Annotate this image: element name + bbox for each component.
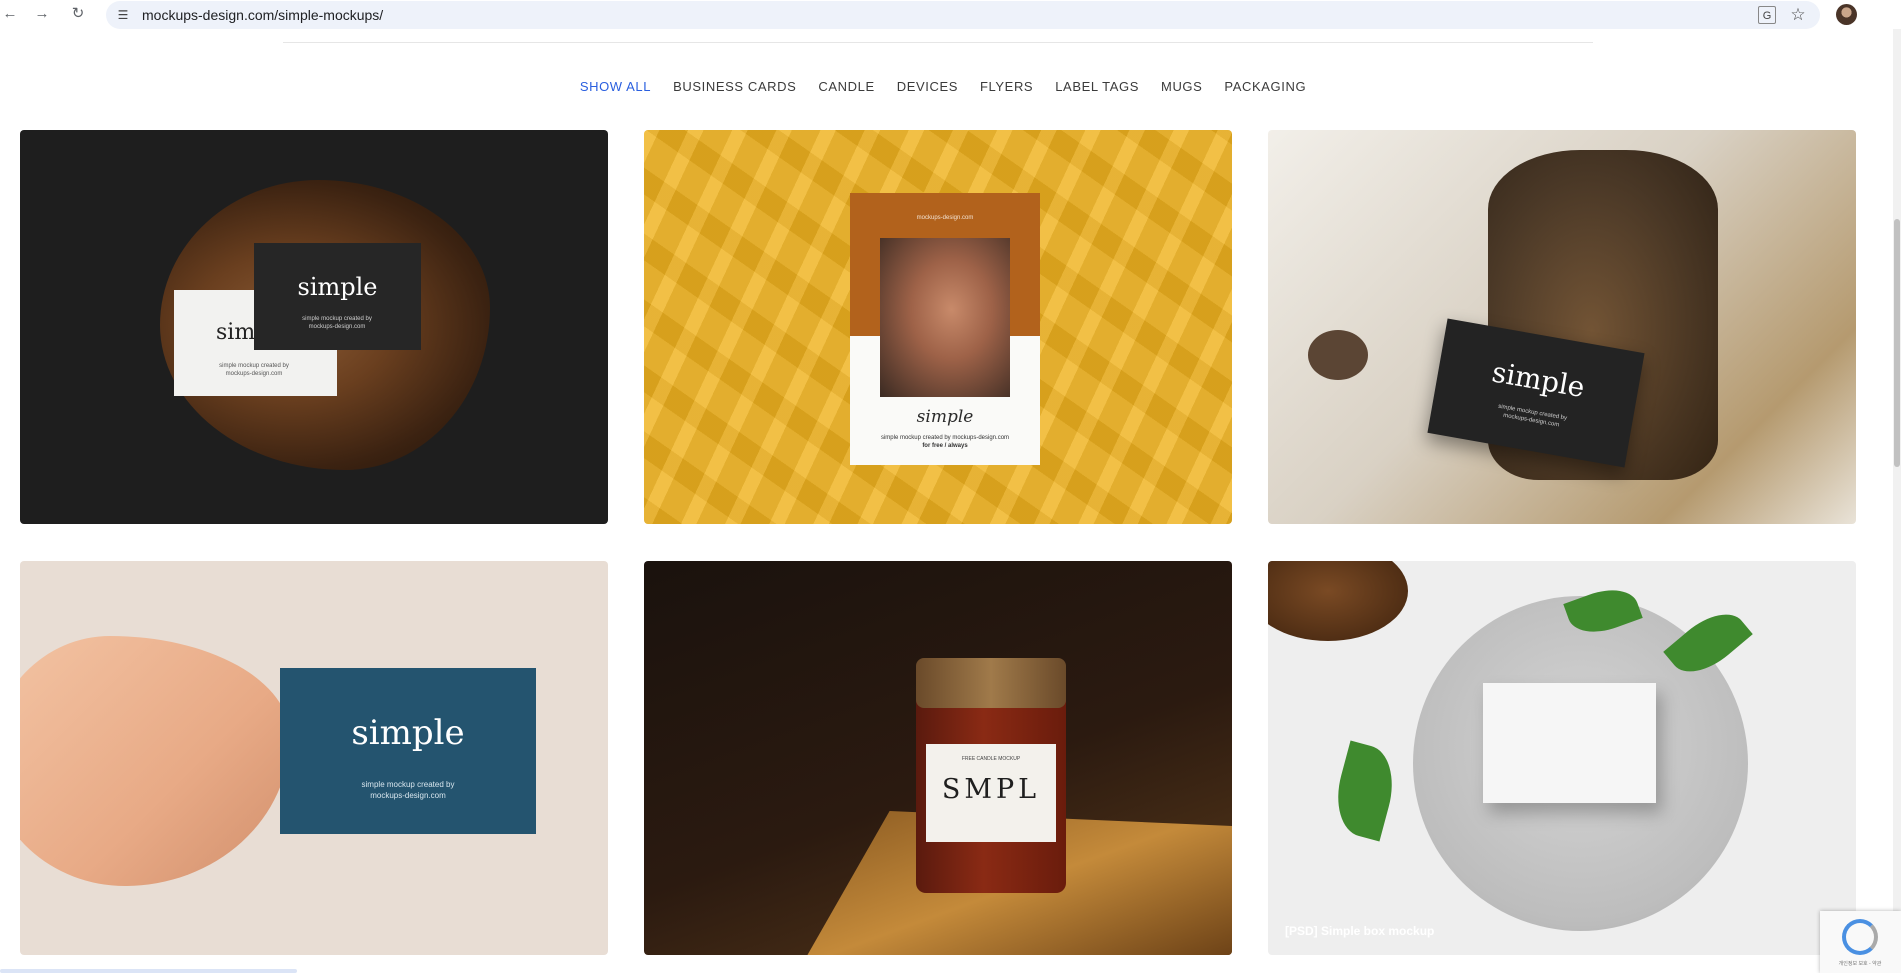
filter-candle[interactable]: CANDLE [818,79,874,94]
card-tagline: simple mockup created by [361,780,455,789]
filter-business-cards[interactable]: BUSINESS CARDS [673,79,796,94]
scrollbar-thumb[interactable] [1894,219,1900,467]
card-brand: simple [351,713,465,753]
back-icon[interactable]: ← [0,4,20,24]
status-bar [0,969,297,973]
page-scrollbar[interactable] [1893,29,1901,973]
card-caption: [PSD] Simple box mockup [1285,924,1435,938]
filter-mugs[interactable]: MUGS [1161,79,1202,94]
card-brand-partial: sim [216,320,256,345]
mockup-card-business-card-hand[interactable]: simple simple mockup created by mockups-… [20,561,608,955]
mockup-card-candle[interactable]: FREE CANDLE MOCKUP SMPL [644,561,1232,955]
filter-flyers[interactable]: FLYERS [980,79,1033,94]
filter-packaging[interactable]: PACKAGING [1224,79,1306,94]
poster-site: mockups-design.com [916,215,974,221]
recaptcha-logo-icon [1842,919,1878,955]
card-brand: simple [297,273,378,301]
forward-icon[interactable]: → [32,4,52,24]
hand-image [20,636,290,886]
candle-label-top: FREE CANDLE MOCKUP [961,756,1021,762]
recaptcha-terms[interactable]: 개인정보 보호 - 약관 [1825,960,1895,967]
mockup-card-business-cards-wood[interactable]: sim simple mockup created by mockups-des… [20,130,608,524]
black-business-card: simple simple mockup created by mockups-… [254,243,421,350]
address-bar[interactable]: ☰ mockups-design.com/simple-mockups/ G ☆ [106,1,1820,29]
wooden-lid-image [916,658,1066,708]
flyer-poster: mockups-design.com simple simple mockup … [850,193,1040,465]
filter-nav: SHOW ALL BUSINESS CARDS CANDLE DEVICES F… [0,79,1901,94]
bookmark-star-icon[interactable]: ☆ [1788,5,1808,25]
reload-icon[interactable]: ↻ [68,4,88,24]
filter-label-tags[interactable]: LABEL TAGS [1055,79,1139,94]
mockup-card-business-card-bottle[interactable]: simple simple mockup created by mockups-… [1268,130,1856,524]
candle-label-brand: SMPL [941,774,1041,805]
recaptcha-badge[interactable]: 개인정보 보호 - 약관 [1820,911,1901,973]
blue-business-card: simple simple mockup created by mockups-… [280,668,536,834]
translate-icon[interactable]: G [1758,6,1776,24]
mockup-card-box[interactable]: [PSD] Simple box mockup [1268,561,1856,955]
mockup-card-flyer-fabric[interactable]: mockups-design.com simple simple mockup … [644,130,1232,524]
poster-caption: simple mockup created by mockups-design.… [880,435,1010,441]
card-site: mockups-design.com [370,791,446,800]
divider [283,42,1593,43]
profile-avatar[interactable] [1836,4,1857,25]
card-tagline: simple mockup created by [219,363,289,369]
leaf-icon [1327,740,1403,842]
card-brand: simple [1489,355,1588,405]
card-tagline: simple mockup created by [302,316,372,322]
card-site: mockups-design.com [225,371,283,377]
white-box-image [1483,683,1656,803]
portrait-photo [880,238,1010,397]
card-site: mockups-design.com [308,324,366,330]
wood-piece-image [1268,561,1408,641]
candle-label: FREE CANDLE MOCKUP SMPL [926,744,1056,842]
dried-flowers-image [1308,330,1368,380]
filter-show-all[interactable]: SHOW ALL [580,79,651,94]
page-content: SHOW ALL BUSINESS CARDS CANDLE DEVICES F… [0,29,1901,973]
url-text[interactable]: mockups-design.com/simple-mockups/ [142,7,383,23]
poster-caption-2: for free / always [922,443,968,449]
browser-toolbar: ← → ↻ ☰ mockups-design.com/simple-mockup… [0,0,1901,29]
site-info-icon[interactable]: ☰ [114,6,132,24]
filter-devices[interactable]: DEVICES [897,79,958,94]
poster-signature: simple [916,407,974,427]
